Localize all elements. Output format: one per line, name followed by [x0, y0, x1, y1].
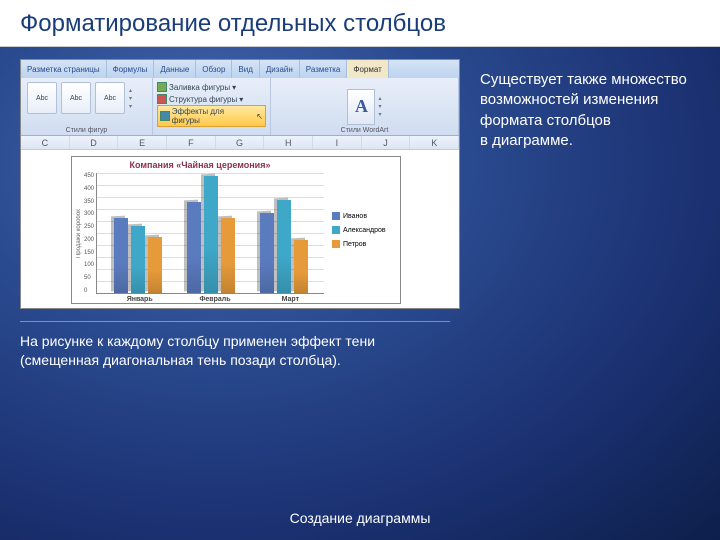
col-header[interactable]: I [313, 136, 362, 149]
chart-title: Компания «Чайная церемония» [72, 157, 328, 173]
excel-screenshot: Разметка страницы Формулы Данные Обзор В… [20, 59, 460, 309]
group-label: Стили фигур [21, 127, 152, 134]
tab-page-layout[interactable]: Разметка страницы [21, 60, 107, 78]
legend-item: Иванов [332, 212, 396, 220]
group-wordart: A ▴ ▾ ▾ Стили WordArt [271, 78, 459, 135]
group-shape-styles: Abc Abc Abc ▴ ▾ ▾ Стили фигур [21, 78, 153, 135]
effects-icon [160, 111, 170, 121]
caption-text: На рисунке к каждому столбцу применен эф… [20, 321, 450, 370]
ribbon-tabs: Разметка страницы Формулы Данные Обзор В… [21, 60, 459, 78]
col-header[interactable]: G [216, 136, 265, 149]
cursor-icon: ↖ [256, 112, 263, 121]
col-header[interactable]: J [362, 136, 411, 149]
group-shape-options: Заливка фигуры▾ Структура фигуры▾ Эффект… [153, 78, 271, 135]
col-header[interactable]: H [264, 136, 313, 149]
y-axis-ticks: 450 400 350 300 250 200 150 100 50 0 [82, 173, 96, 294]
x-label: Февраль [177, 296, 252, 303]
col-header[interactable]: F [167, 136, 216, 149]
chart-bar[interactable] [221, 218, 235, 293]
chart-bar[interactable] [114, 218, 128, 293]
chevron-up-icon[interactable]: ▴ [129, 87, 132, 94]
bar-group [101, 173, 174, 293]
chevron-up-icon[interactable]: ▴ [378, 95, 381, 102]
ribbon-body: Abc Abc Abc ▴ ▾ ▾ Стили фигур Заливка фи… [21, 78, 459, 136]
bars-zone [96, 173, 324, 294]
tab-design[interactable]: Дизайн [260, 60, 300, 78]
legend-item: Александров [332, 226, 396, 234]
embedded-chart[interactable]: Компания «Чайная церемония» Продажи коро… [71, 156, 401, 304]
x-axis-labels: Январь Февраль Март [72, 296, 328, 303]
footer-text: Создание диаграммы [0, 510, 720, 526]
chart-bar[interactable] [260, 213, 274, 293]
chart-bar[interactable] [204, 176, 218, 293]
col-header[interactable]: E [118, 136, 167, 149]
group-label: Стили WordArt [271, 127, 458, 134]
chart-bar[interactable] [277, 200, 291, 293]
tab-layout[interactable]: Разметка [300, 60, 348, 78]
dropdown-icon: ▾ [232, 83, 236, 92]
description-text: Существует также множество возможностей … [480, 70, 700, 151]
more-icon[interactable]: ▾ [378, 111, 381, 118]
chevron-down-icon[interactable]: ▾ [129, 95, 132, 102]
paint-bucket-icon [157, 82, 167, 92]
column-headers: C D E F G H I J K [21, 136, 459, 150]
chart-legend: Иванов Александров Петров [328, 157, 400, 303]
tab-data[interactable]: Данные [154, 60, 196, 78]
worksheet[interactable]: Компания «Чайная церемония» Продажи коро… [21, 150, 459, 308]
tab-review[interactable]: Обзор [196, 60, 232, 78]
tab-formulas[interactable]: Формулы [107, 60, 155, 78]
chart-plot: Продажи коробок 450 400 350 300 250 200 … [72, 173, 328, 296]
wordart-style-button[interactable]: A [347, 89, 375, 125]
chart-bar[interactable] [131, 226, 145, 293]
more-icon[interactable]: ▾ [129, 103, 132, 110]
title-bar: Форматирование отдельных столбцов [0, 0, 720, 47]
bar-group [174, 173, 247, 293]
chevron-down-icon[interactable]: ▾ [378, 103, 381, 110]
x-label: Январь [102, 296, 177, 303]
legend-swatch [332, 212, 340, 220]
legend-swatch [332, 240, 340, 248]
chart-bar[interactable] [294, 240, 308, 293]
legend-swatch [332, 226, 340, 234]
legend-item: Петров [332, 240, 396, 248]
chart-bar[interactable] [148, 237, 162, 293]
page-title: Форматирование отдельных столбцов [20, 10, 700, 38]
shape-style-button[interactable]: Abc [61, 82, 91, 114]
shape-fill-button[interactable]: Заливка фигуры▾ [157, 81, 266, 93]
tab-format[interactable]: Формат [347, 60, 388, 78]
col-header[interactable]: C [21, 136, 70, 149]
shape-style-button[interactable]: Abc [95, 82, 125, 114]
shape-style-button[interactable]: Abc [27, 82, 57, 114]
chart-main: Компания «Чайная церемония» Продажи коро… [72, 157, 328, 303]
bar-group [247, 173, 320, 293]
shape-effects-button[interactable]: Эффекты для фигуры↖ [157, 105, 266, 127]
y-axis-label: Продажи коробок [76, 173, 82, 294]
pencil-icon [157, 94, 167, 104]
slide: Форматирование отдельных столбцов Размет… [0, 0, 720, 540]
x-label: Март [253, 296, 328, 303]
chart-bar[interactable] [187, 202, 201, 293]
shape-outline-button[interactable]: Структура фигуры▾ [157, 93, 266, 105]
col-header[interactable]: D [70, 136, 119, 149]
dropdown-icon: ▾ [239, 95, 243, 104]
col-header[interactable]: K [410, 136, 459, 149]
tab-view[interactable]: Вид [232, 60, 259, 78]
